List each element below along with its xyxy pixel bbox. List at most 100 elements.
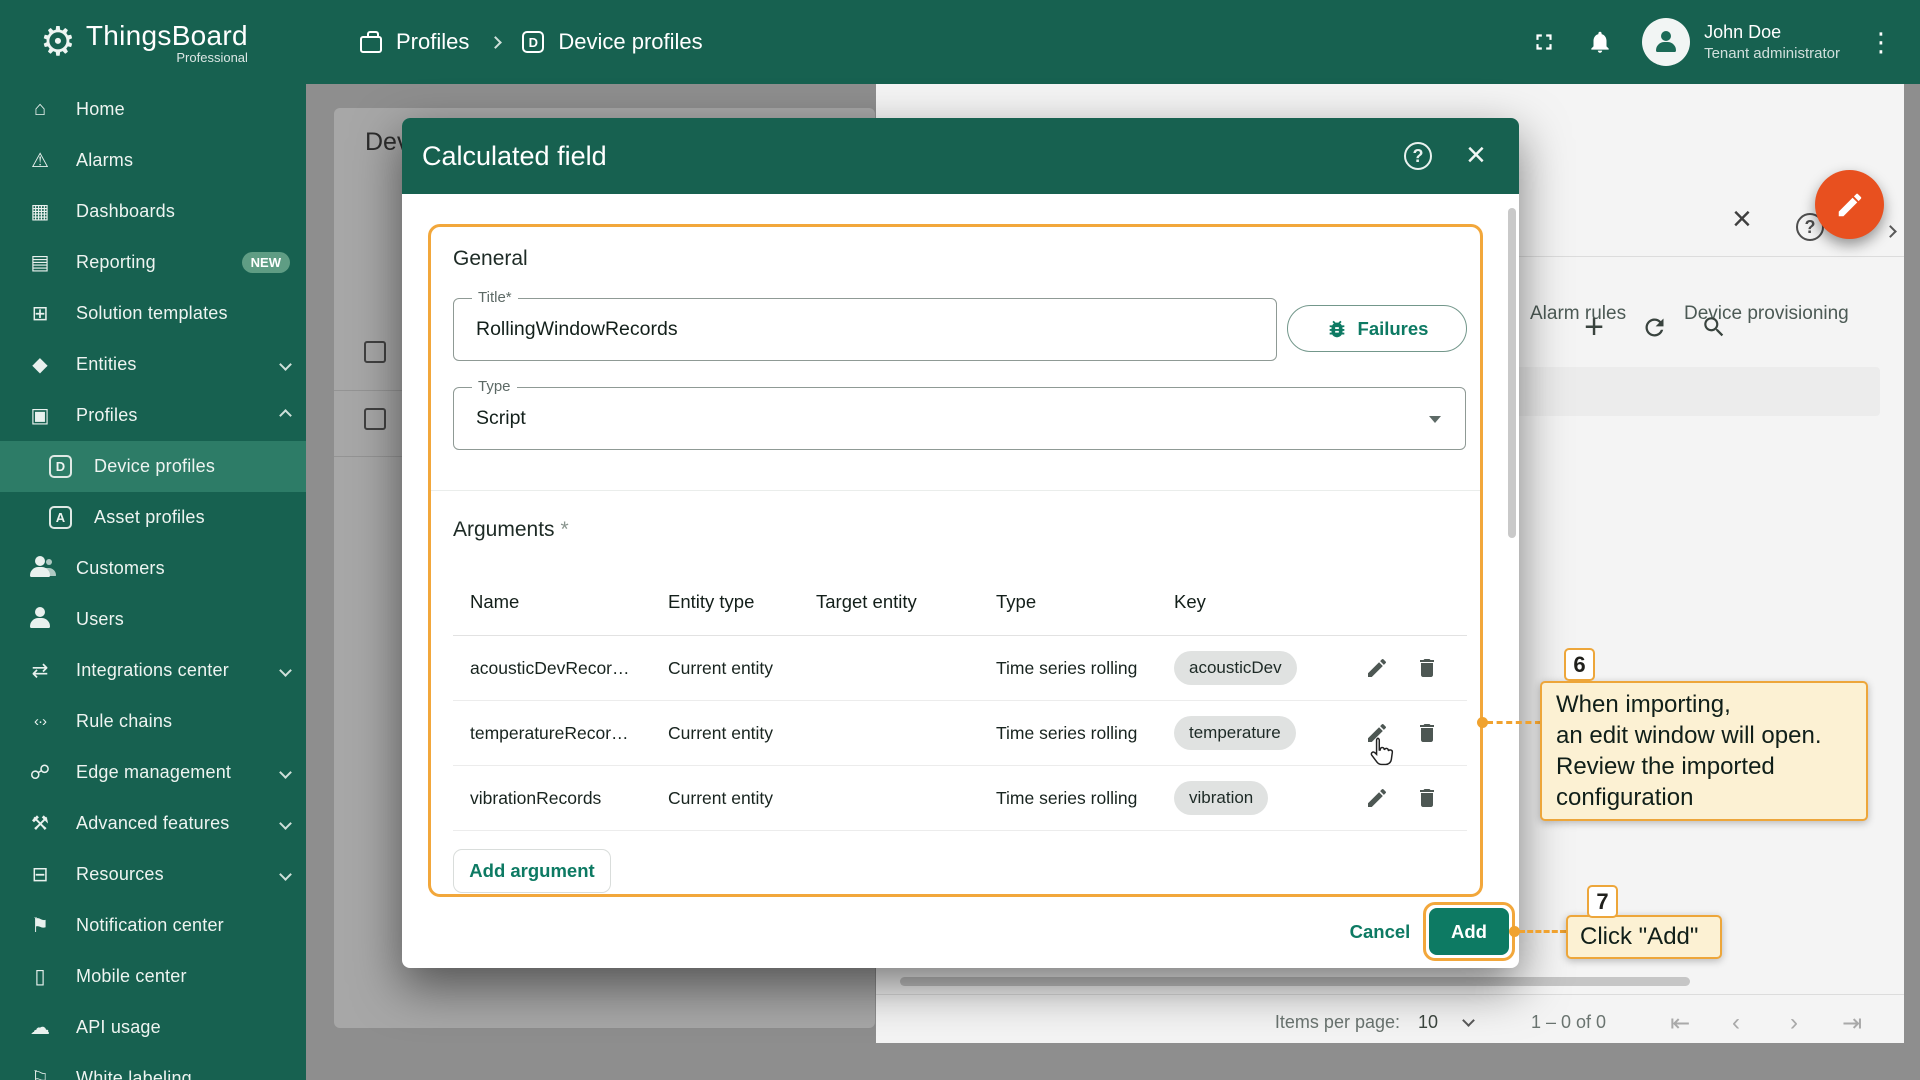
add-button-highlight: Add bbox=[1423, 902, 1515, 961]
add-plus-icon[interactable]: + bbox=[1579, 308, 1609, 346]
tabs-scroll-right-icon[interactable] bbox=[1884, 225, 1897, 238]
device-profiles-icon: D bbox=[49, 455, 72, 478]
col-target-entity: Target entity bbox=[816, 591, 917, 612]
dialog-title: Calculated field bbox=[422, 140, 607, 171]
close-icon[interactable]: × bbox=[1466, 138, 1486, 172]
last-page-icon[interactable]: ⇥ bbox=[1842, 1009, 1862, 1038]
chevron-down-icon bbox=[279, 358, 292, 371]
breadcrumb-device-profiles[interactable]: Device profiles bbox=[558, 29, 702, 55]
next-page-icon[interactable]: › bbox=[1790, 1009, 1798, 1037]
callout-text: Review the imported bbox=[1556, 753, 1775, 780]
user-name: John Doe bbox=[1704, 22, 1782, 42]
edge-icon: ☍ bbox=[29, 762, 51, 784]
sidebar-item-rule-chains[interactable]: ‹·› Rule chains bbox=[0, 696, 306, 747]
chevron-down-icon bbox=[279, 868, 292, 881]
asset-profiles-icon: A bbox=[49, 506, 72, 529]
callout-text: an edit window will open. bbox=[1556, 722, 1822, 749]
row-checkbox[interactable] bbox=[364, 408, 386, 430]
col-key: Key bbox=[1174, 591, 1206, 612]
col-name: Name bbox=[470, 591, 520, 612]
callout-text: configuration bbox=[1556, 784, 1694, 811]
step-6-badge: 6 bbox=[1564, 648, 1595, 681]
edit-fab-button[interactable] bbox=[1815, 170, 1884, 239]
prev-page-icon[interactable]: ‹ bbox=[1732, 1009, 1740, 1037]
user-avatar-icon bbox=[1653, 28, 1679, 54]
search-icon[interactable] bbox=[1699, 312, 1729, 342]
sidebar-item-profiles[interactable]: ▣ Profiles bbox=[0, 390, 306, 441]
brand-logo[interactable]: ⚙ ThingsBoard Professional bbox=[0, 20, 306, 65]
argument-entity-type: Current entity bbox=[668, 787, 774, 808]
argument-name: vibrationRecords bbox=[470, 787, 602, 808]
chevron-down-icon bbox=[279, 766, 292, 779]
sidebar-item-reporting[interactable]: ▤ Reporting NEW bbox=[0, 237, 306, 288]
first-page-icon[interactable]: ⇤ bbox=[1670, 1009, 1690, 1038]
dialog-scrollbar[interactable] bbox=[1508, 208, 1516, 538]
breadcrumb-profiles[interactable]: Profiles bbox=[396, 29, 469, 55]
sidebar-item-asset-profiles[interactable]: A Asset profiles bbox=[0, 492, 306, 543]
close-icon[interactable]: × bbox=[1732, 202, 1752, 236]
sidebar-item-users[interactable]: Users bbox=[0, 594, 306, 645]
argument-type: Time series rolling bbox=[996, 787, 1138, 808]
title-input[interactable]: Title* RollingWindowRecords bbox=[453, 289, 1277, 361]
sidebar-item-label: Users bbox=[76, 609, 125, 629]
sidebar-item-dashboards[interactable]: ▦ Dashboards bbox=[0, 186, 306, 237]
argument-row: acousticDevRecor… Current entity Time se… bbox=[453, 636, 1467, 701]
argument-entity-type: Current entity bbox=[668, 657, 774, 678]
sidebar-item-home[interactable]: ⌂ Home bbox=[0, 84, 306, 135]
sidebar-item-mobile-center[interactable]: ▯ Mobile center bbox=[0, 951, 306, 1002]
edit-argument-button[interactable] bbox=[1360, 781, 1394, 815]
sidebar-item-alarms[interactable]: ⚠ Alarms bbox=[0, 135, 306, 186]
pagination-range: 1 – 0 of 0 bbox=[1531, 1012, 1607, 1032]
add-button[interactable]: Add bbox=[1429, 908, 1509, 955]
horizontal-scrollbar[interactable] bbox=[900, 977, 1690, 986]
kebab-menu-icon[interactable]: ⋮ bbox=[1868, 27, 1894, 58]
notifications-bell-icon[interactable] bbox=[1586, 28, 1614, 56]
type-value: Script bbox=[476, 407, 526, 429]
sidebar-item-resources[interactable]: ⊟ Resources bbox=[0, 849, 306, 900]
select-all-checkbox[interactable] bbox=[364, 341, 386, 363]
sidebar-item-notification-center[interactable]: ⚑ Notification center bbox=[0, 900, 306, 951]
sidebar-item-solution-templates[interactable]: ⊞ Solution templates bbox=[0, 288, 306, 339]
type-select[interactable]: Type Script bbox=[453, 378, 1466, 450]
profiles-icon: ▣ bbox=[30, 405, 50, 427]
sidebar-item-white-labeling[interactable]: ⚐ White labeling bbox=[0, 1053, 306, 1080]
integrations-icon: ⇄ bbox=[31, 660, 49, 682]
sidebar-item-api-usage[interactable]: ☁ API usage bbox=[0, 1002, 306, 1053]
user-role: Tenant administrator bbox=[1704, 45, 1840, 62]
sidebar-item-integrations-center[interactable]: ⇄ Integrations center bbox=[0, 645, 306, 696]
step-7-badge: 7 bbox=[1587, 885, 1618, 918]
delete-argument-button[interactable] bbox=[1410, 651, 1444, 685]
edit-argument-button[interactable] bbox=[1360, 651, 1394, 685]
delete-argument-button[interactable] bbox=[1410, 716, 1444, 750]
help-icon[interactable]: ? bbox=[1404, 142, 1432, 170]
arguments-table-header: Name Entity type Target entity Type Key bbox=[453, 569, 1467, 636]
delete-argument-button[interactable] bbox=[1410, 781, 1444, 815]
topbar-actions: John Doe Tenant administrator ⋮ bbox=[1530, 18, 1920, 66]
items-per-page-label: Items per page: bbox=[1274, 1012, 1400, 1032]
sidebar-item-label: Resources bbox=[76, 864, 164, 884]
items-per-page-arrow-icon[interactable] bbox=[1462, 1014, 1475, 1027]
user-menu[interactable]: John Doe Tenant administrator bbox=[1642, 18, 1840, 66]
connector-line-7 bbox=[1519, 930, 1566, 933]
briefcase-icon bbox=[360, 31, 382, 53]
argument-row: temperatureRecor… Current entity Time se… bbox=[453, 701, 1467, 766]
sidebar-item-label: Edge management bbox=[76, 762, 232, 782]
step-7-callout: Click "Add" bbox=[1566, 915, 1722, 959]
sidebar-item-advanced-features[interactable]: ⚒ Advanced features bbox=[0, 798, 306, 849]
fullscreen-icon[interactable] bbox=[1530, 28, 1558, 56]
label-icon: ⚐ bbox=[31, 1068, 49, 1080]
sidebar-item-entities[interactable]: ◆ Entities bbox=[0, 339, 306, 390]
required-mark: * bbox=[560, 518, 569, 541]
failures-button[interactable]: Failures bbox=[1287, 305, 1467, 352]
argument-name: acousticDevRecor… bbox=[470, 657, 630, 678]
sidebar-item-device-profiles[interactable]: D Device profiles bbox=[0, 441, 306, 492]
sidebar-item-label: Alarms bbox=[76, 150, 134, 170]
cancel-button[interactable]: Cancel bbox=[1332, 910, 1428, 954]
items-per-page-select[interactable]: 10 bbox=[1418, 1012, 1438, 1033]
refresh-icon[interactable] bbox=[1639, 312, 1669, 342]
sidebar-item-customers[interactable]: Customers bbox=[0, 543, 306, 594]
add-argument-button[interactable]: Add argument bbox=[453, 849, 611, 893]
sidebar-item-edge-management[interactable]: ☍ Edge management bbox=[0, 747, 306, 798]
arguments-heading-text: Arguments bbox=[453, 518, 555, 541]
sidebar-item-label: Customers bbox=[76, 558, 165, 578]
